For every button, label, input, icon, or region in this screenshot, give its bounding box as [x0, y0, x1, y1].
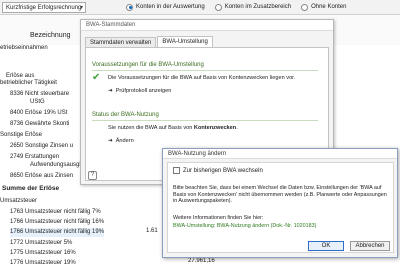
section-divider	[92, 120, 318, 121]
radio-konten-zusatzbereich[interactable]: Konten im Zusatzbereich	[214, 2, 292, 12]
status-text: Sie nutzen die BWA auf Basis von Kontenz…	[108, 125, 238, 132]
section-title-voraussetzungen: Voraussetzungen für die BWA-Umstellung	[92, 62, 204, 68]
dialog-title: BWA-Stammdaten	[81, 20, 333, 31]
radio-dot	[214, 3, 222, 11]
voraussetzungen-text: Die Voraussetzungen für die BWA auf Basi…	[108, 75, 296, 81]
table-row-sum[interactable]: Summe der Erlöse	[2, 184, 59, 193]
checkbox-label: Zur bisherigen BWA wechseln	[183, 167, 263, 174]
zur-bisherigen-bwa-checkbox[interactable]: Zur bisherigen BWA wechseln	[173, 167, 263, 174]
account-filter-radios: Konten in der Auswertung Konten im Zusat…	[126, 2, 346, 12]
toolbar: Kurzfristige Erfolgsrechnung ▾ Konten in…	[0, 0, 400, 15]
arrow-right-icon: ➜	[108, 138, 113, 144]
table-row[interactable]: 8736 Gewährte Skonti	[10, 120, 69, 129]
info-text: Weitere Informationen finden Sie hier:	[173, 215, 264, 221]
chevron-down-icon: ▾	[79, 5, 83, 11]
table-row[interactable]: 1763 Umsatzsteuer nicht fällig 7%	[10, 208, 101, 217]
tab-bwa-umstellung[interactable]: BWA-Umstellung	[157, 36, 213, 47]
table-row[interactable]: 1772 Umsatzsteuer 5%	[10, 239, 72, 248]
status-text-post: .	[236, 125, 238, 131]
checkmark-icon: ✔	[92, 72, 101, 83]
bwa-nutzung-aendern-dialog: BWA-Nutzung ändern Zur bisherigen BWA we…	[162, 148, 398, 258]
status-text-bold: Kontenzwecken	[193, 125, 237, 131]
radio-label: Konten in der Auswertung	[136, 4, 205, 10]
table-row[interactable]: Umsatzsteuer	[0, 197, 37, 206]
column-header-bezeichnung: Bezeichnung	[30, 32, 71, 39]
table-row[interactable]: UStG	[30, 98, 45, 107]
radio-konten-auswertung[interactable]: Konten in der Auswertung	[126, 2, 205, 12]
hinweis-text: Bitte beachten Sie, dass bei einem Wechs…	[173, 185, 387, 205]
table-row[interactable]: 1766 Umsatzsteuer nicht fällig 19%	[10, 228, 105, 237]
table-row[interactable]: 8650 Erlöse aus Zinsen	[10, 172, 73, 181]
radio-dot	[126, 3, 133, 11]
row-value: 27.961,16	[188, 258, 215, 264]
table-row[interactable]: Aufwendungsausgl	[30, 161, 81, 170]
table-row[interactable]: etriebseinnahmen	[0, 44, 48, 53]
table-row[interactable]: 1775 Umsatzsteuer 16%	[10, 249, 76, 258]
radio-dot	[301, 3, 309, 11]
tab-stammdaten-verwalten[interactable]: Stammdaten verwalten	[85, 37, 157, 47]
dialog-title: BWA-Nutzung ändern	[163, 149, 397, 159]
radio-label: Ohne Konten	[311, 4, 347, 10]
help-icon[interactable]: ?	[88, 171, 97, 180]
section-title-status: Status der BWA-Nutzung	[92, 112, 159, 118]
table-row[interactable]: 8400 Erlöse 19% USt	[10, 109, 67, 118]
section-divider	[92, 70, 318, 71]
cancel-button[interactable]: Abbrechen	[350, 241, 390, 251]
status-text-pre: Sie nutzen die BWA auf Basis von	[108, 125, 194, 131]
table-row[interactable]: 1766 Umsatzsteuer nicht fällig 16%	[10, 218, 104, 227]
report-type-value: Kurzfristige Erfolgsrechnung	[6, 5, 82, 11]
dialog-body: Zur bisherigen BWA wechseln Bitte beacht…	[167, 162, 394, 253]
dokument-link[interactable]: BWA-Umstellung: BWA-Nutzung ändern (Dok.…	[173, 223, 316, 229]
table-row[interactable]: Sonstige Erlöse	[0, 131, 42, 140]
pruefprotokoll-link-label: Prüfprotokoll anzeigen	[115, 88, 172, 94]
radio-label: Konten im Zusatzbereich	[224, 4, 292, 10]
table-row[interactable]: betrieblicher Tätigkeit	[0, 79, 57, 88]
radio-ohne-konten[interactable]: Ohne Konten	[301, 2, 346, 12]
aendern-link[interactable]: ➜ Ändern	[108, 138, 134, 144]
dialog-tabs: Stammdaten verwalten BWA-Umstellung	[85, 36, 214, 47]
ok-button[interactable]: OK	[308, 241, 344, 251]
arrow-right-icon: ➜	[108, 88, 113, 94]
report-type-select[interactable]: Kurzfristige Erfolgsrechnung ▾	[2, 2, 86, 13]
checkbox-box	[173, 167, 180, 174]
table-row[interactable]: 2650 Sonstige Zinsen u	[10, 142, 73, 151]
row-value: 1.61	[146, 228, 158, 234]
aendern-link-label: Ändern	[115, 138, 134, 144]
pruefprotokoll-link[interactable]: ➜ Prüfprotokoll anzeigen	[108, 88, 171, 94]
